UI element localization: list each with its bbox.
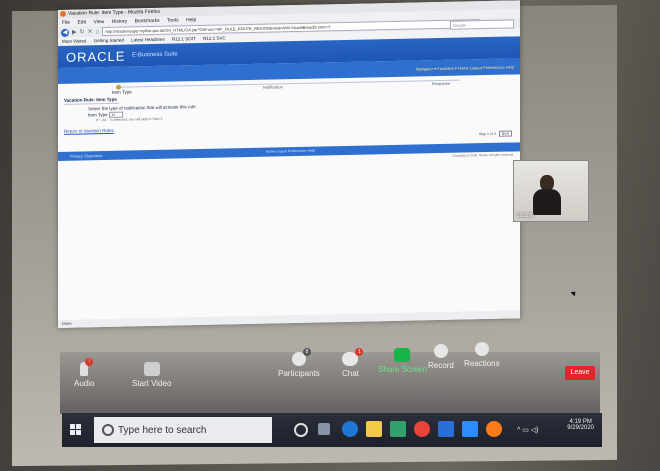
word-icon[interactable]: [438, 421, 454, 437]
zoom-app-icon[interactable]: [462, 421, 478, 437]
step-info: Step 1 of 3 Next: [479, 130, 512, 137]
share-screen-icon: [394, 348, 411, 362]
edge-icon[interactable]: [342, 421, 358, 437]
task-view-icon[interactable]: [318, 423, 330, 435]
menu-tools[interactable]: Tools: [167, 17, 179, 23]
bookmark-svc[interactable]: R12.1 SVC: [203, 35, 226, 40]
step-count: Step 1 of 3: [478, 131, 496, 137]
train-step-notification: Notification: [263, 84, 283, 90]
search-icon: [102, 424, 114, 436]
reactions-label: Reactions: [464, 359, 500, 368]
leave-button[interactable]: Leave: [565, 366, 595, 380]
windows-start-icon[interactable]: [70, 424, 82, 436]
cortana-icon[interactable]: [294, 423, 308, 437]
footer-links[interactable]: Home Logout Preferences Help: [266, 149, 315, 154]
audio-alert-badge: !: [85, 358, 94, 366]
menu-edit[interactable]: Edit: [77, 19, 86, 25]
train-step-response: Response: [431, 80, 450, 87]
page-content: Vacation Rule: Item Type Select the type…: [58, 88, 520, 134]
menu-bookmarks[interactable]: Bookmarks: [135, 18, 160, 25]
share-screen-button[interactable]: Share Screen: [378, 348, 427, 374]
menu-view[interactable]: View: [93, 19, 104, 25]
chrome-icon[interactable]: [414, 421, 430, 437]
reload-icon[interactable]: ↻: [80, 28, 85, 35]
clock-date: 9/29/2020: [567, 425, 594, 431]
global-links[interactable]: Navigator ▾ Favorites ▾ Home Logout Pref…: [416, 64, 514, 71]
participant-body: [533, 189, 561, 215]
forward-icon[interactable]: ▶: [72, 29, 77, 36]
audio-button[interactable]: ! Audio: [74, 358, 95, 388]
privacy-link[interactable]: Privacy Statement: [70, 153, 102, 159]
reactions-icon: [474, 342, 489, 356]
windows-taskbar: Type here to search ^ ▭ ◁) 4:19 PM 9/29/…: [62, 413, 602, 447]
taskbar-search[interactable]: Type here to search: [94, 417, 272, 443]
window-title: Vacation Rule: Item Type - Mozilla Firef…: [68, 8, 161, 17]
oracle-logo: ORACLE: [66, 48, 126, 65]
participants-icon: 8: [291, 348, 311, 366]
file-explorer-icon[interactable]: [366, 421, 382, 437]
train-line: [118, 79, 460, 88]
record-icon: [433, 344, 448, 358]
menu-help[interactable]: Help: [186, 17, 196, 23]
suite-name: E-Business Suite: [132, 51, 178, 59]
participant-video[interactable]: 591590: [513, 160, 589, 222]
item-type-label: Item Type: [88, 112, 108, 118]
record-button[interactable]: Record: [428, 344, 454, 370]
share-screen-label: Share Screen: [378, 365, 427, 374]
firefox-window: Vacation Rule: Item Type - Mozilla Firef…: [58, 0, 520, 329]
footer-bar: Privacy Statement Home Logout Preference…: [58, 142, 520, 161]
chat-badge: 1: [355, 348, 364, 356]
back-icon[interactable]: ◀: [61, 28, 69, 37]
train-step-label: Item Type: [112, 89, 132, 95]
bookmark-getting-started[interactable]: Getting Started: [94, 38, 124, 44]
bookmark-latest-headlines[interactable]: Latest Headlines: [131, 37, 165, 43]
return-link[interactable]: Return to Vacation Rules: [64, 119, 520, 134]
firefox-icon: [60, 10, 66, 17]
page-title: Vacation Rule: Item Type: [64, 96, 119, 105]
start-video-button[interactable]: Start Video: [132, 362, 171, 388]
taskbar-search-placeholder: Type here to search: [118, 425, 207, 436]
video-off-icon: [143, 362, 160, 376]
stop-icon[interactable]: ✕: [88, 28, 93, 35]
system-tray-icons[interactable]: ^ ▭ ◁): [517, 426, 539, 434]
reactions-button[interactable]: Reactions: [464, 342, 500, 368]
excel-icon[interactable]: [390, 421, 406, 437]
home-icon[interactable]: ⌂: [96, 29, 100, 35]
start-video-label: Start Video: [132, 379, 172, 388]
next-button[interactable]: Next: [498, 130, 512, 137]
menu-history[interactable]: History: [112, 19, 128, 25]
firefox-taskbar-icon[interactable]: [486, 421, 502, 437]
chat-button[interactable]: 1 Chat: [342, 348, 364, 378]
bookmark-most-visited[interactable]: Most Visited: [62, 38, 86, 44]
participants-label: Participants: [278, 369, 320, 378]
zoom-toolbar: ! Audio Start Video 8 Participants 1 Cha…: [60, 342, 600, 414]
participant-name: 591590: [517, 213, 534, 219]
bookmark-soit[interactable]: R12.1 SOIT: [172, 36, 196, 41]
browser-search-input[interactable]: Google: [450, 19, 514, 30]
clock[interactable]: 4:19 PM 9/29/2020: [567, 419, 594, 431]
menu-file[interactable]: File: [62, 20, 70, 26]
audio-label: Audio: [74, 379, 95, 388]
participants-button[interactable]: 8 Participants: [278, 348, 320, 378]
participants-count: 8: [302, 348, 311, 356]
chat-icon: 1: [342, 348, 364, 366]
microphone-icon: !: [80, 358, 94, 376]
record-label: Record: [428, 361, 454, 370]
copyright-text: Copyright (c) 2006, Oracle. All rights r…: [452, 152, 514, 158]
chat-label: Chat: [342, 369, 359, 378]
